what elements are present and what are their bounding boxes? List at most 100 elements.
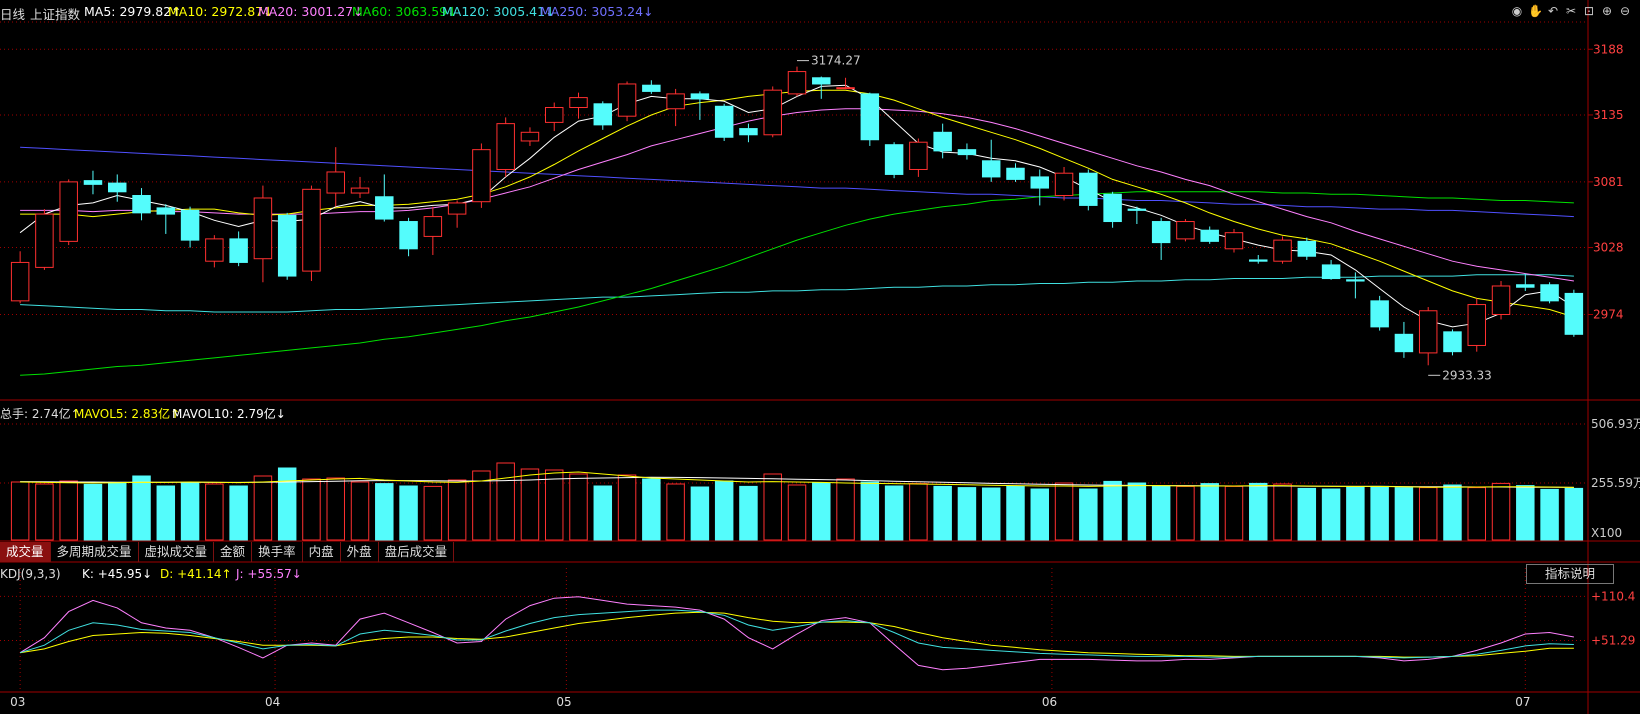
candle-down [1564, 292, 1584, 335]
tab-6[interactable]: 外盘 [341, 542, 379, 562]
candle-up [496, 123, 515, 170]
candle-up [1273, 239, 1292, 262]
volume-bar-up [205, 483, 224, 541]
candle-down [1443, 331, 1462, 353]
scissors-icon[interactable]: ✂ [1564, 4, 1578, 18]
candle-down [1103, 193, 1122, 223]
candle-down [981, 160, 1001, 178]
candle-down [1030, 176, 1050, 189]
volume-bar-up [569, 473, 588, 541]
volume-bar-down [1516, 485, 1535, 541]
candle-up [1491, 285, 1511, 315]
volume-bar-down [593, 485, 613, 541]
candle-down [690, 93, 710, 100]
tab-3[interactable]: 金额 [214, 542, 253, 562]
candle-down [1079, 172, 1098, 206]
ma20-line [20, 108, 1574, 282]
candle-up [1176, 221, 1195, 240]
volume-bar-down [1443, 484, 1462, 541]
volume-bar-up [836, 478, 855, 541]
candle-up [326, 171, 345, 194]
candle-down [132, 195, 151, 214]
price-header: 日线 上证指数 MA5: 2979.82↑ MA10: 2972.87↓ MA2… [0, 0, 1580, 24]
candle-up [472, 149, 491, 203]
undo-icon[interactable]: ↶ [1546, 4, 1560, 18]
volume-bar-up [59, 480, 78, 541]
candle-down [399, 221, 418, 250]
volume-bar-up [617, 474, 637, 541]
volume-bar-up [326, 477, 345, 541]
volume-bar-up [423, 485, 443, 541]
ma5-label: MA5: 2979.82↑ [84, 4, 182, 19]
lock-icon[interactable]: ⊡ [1582, 4, 1596, 18]
zoom-out-icon[interactable]: ⊖ [1618, 4, 1632, 18]
candle-up [59, 181, 78, 242]
indicator-help-button[interactable]: 指标说明 [1526, 564, 1614, 584]
volume-tick-label: 506.93万 [1591, 417, 1640, 431]
tab-4[interactable]: 换手率 [252, 542, 303, 562]
candle-down [229, 238, 248, 263]
volume-bar-up [302, 478, 321, 541]
candle-down [1200, 229, 1219, 242]
volume-bar-down [229, 485, 248, 541]
volume-bar-up [1273, 483, 1292, 541]
tab-5[interactable]: 内盘 [303, 542, 341, 562]
candle-up [253, 197, 273, 260]
tab-1[interactable]: 多周期成交量 [51, 542, 139, 562]
annotation-label: 3174.27 [811, 54, 861, 68]
volume-bar-down [860, 481, 880, 541]
candle-up [520, 131, 540, 142]
ma60-line [20, 191, 1574, 376]
volume-bar-up [1054, 482, 1074, 541]
candle-up [544, 107, 564, 123]
month-label: 05 [556, 695, 571, 709]
chart-toolbar: ◉ ✋ ↶ ✂ ⊡ ⊕ ⊖ [1510, 4, 1632, 18]
price-tick-label: 3081 [1593, 175, 1624, 189]
candle-down [1249, 259, 1268, 262]
kdj-d-value: D: +41.14↑ [160, 567, 232, 581]
volume-bar-down [812, 482, 831, 541]
candle-up [1418, 310, 1438, 354]
ma20-label: MA20: 3001.27↓ [258, 4, 364, 19]
candle-down [739, 128, 758, 136]
volume-bar-up [447, 479, 467, 541]
tab-7[interactable]: 盘后成交量 [379, 542, 455, 562]
volume-bar-down [1564, 487, 1584, 541]
candle-down [375, 196, 394, 220]
kdj-name: KDJ(9,3,3) [0, 567, 61, 581]
volume-bar-up [909, 483, 928, 541]
zoom-in-icon[interactable]: ⊕ [1600, 4, 1614, 18]
volume-bar-down [1200, 483, 1219, 541]
candle-down [1516, 284, 1535, 288]
candle-down [1321, 264, 1341, 280]
candle-up [836, 87, 855, 90]
volume-bar-up [787, 484, 807, 541]
candle-up [423, 216, 443, 237]
volume-bar-up [35, 483, 54, 541]
volume-tabs: 成交量 多周期成交量 虚拟成交量 金额 换手率 内盘 外盘 盘后成交量 [0, 542, 455, 562]
eye-icon[interactable]: ◉ [1510, 4, 1524, 18]
candle-up [909, 141, 928, 170]
volume-bar-up [1491, 482, 1511, 541]
ma120-line [20, 274, 1574, 313]
volume-bar-up [666, 483, 685, 541]
candle-down [156, 207, 176, 215]
candle-up [1054, 172, 1074, 197]
candle-down [884, 144, 904, 175]
month-label: 06 [1042, 695, 1057, 709]
volume-bar-down [1030, 488, 1050, 541]
ma120-label: MA120: 3005.41↓ [442, 4, 556, 19]
volume-bar-up [763, 473, 782, 541]
stock-chart[interactable]: 3188 3135 3081 3028 2974 506.93万 255.59万 X100 +1… [0, 0, 1640, 714]
candle-up [302, 188, 321, 272]
tab-0[interactable]: 成交量 [0, 542, 51, 562]
hand-icon[interactable]: ✋ [1528, 4, 1543, 18]
candle-down [277, 214, 297, 277]
volume-bar-down [132, 475, 151, 541]
volume-bar-down [399, 485, 418, 541]
candle-down [1370, 300, 1389, 328]
tab-2[interactable]: 虚拟成交量 [139, 542, 215, 562]
volume-bar-down [981, 487, 1001, 541]
price-tick-label: 2974 [1593, 307, 1624, 321]
volume-unit-label: X100 [1591, 526, 1622, 540]
